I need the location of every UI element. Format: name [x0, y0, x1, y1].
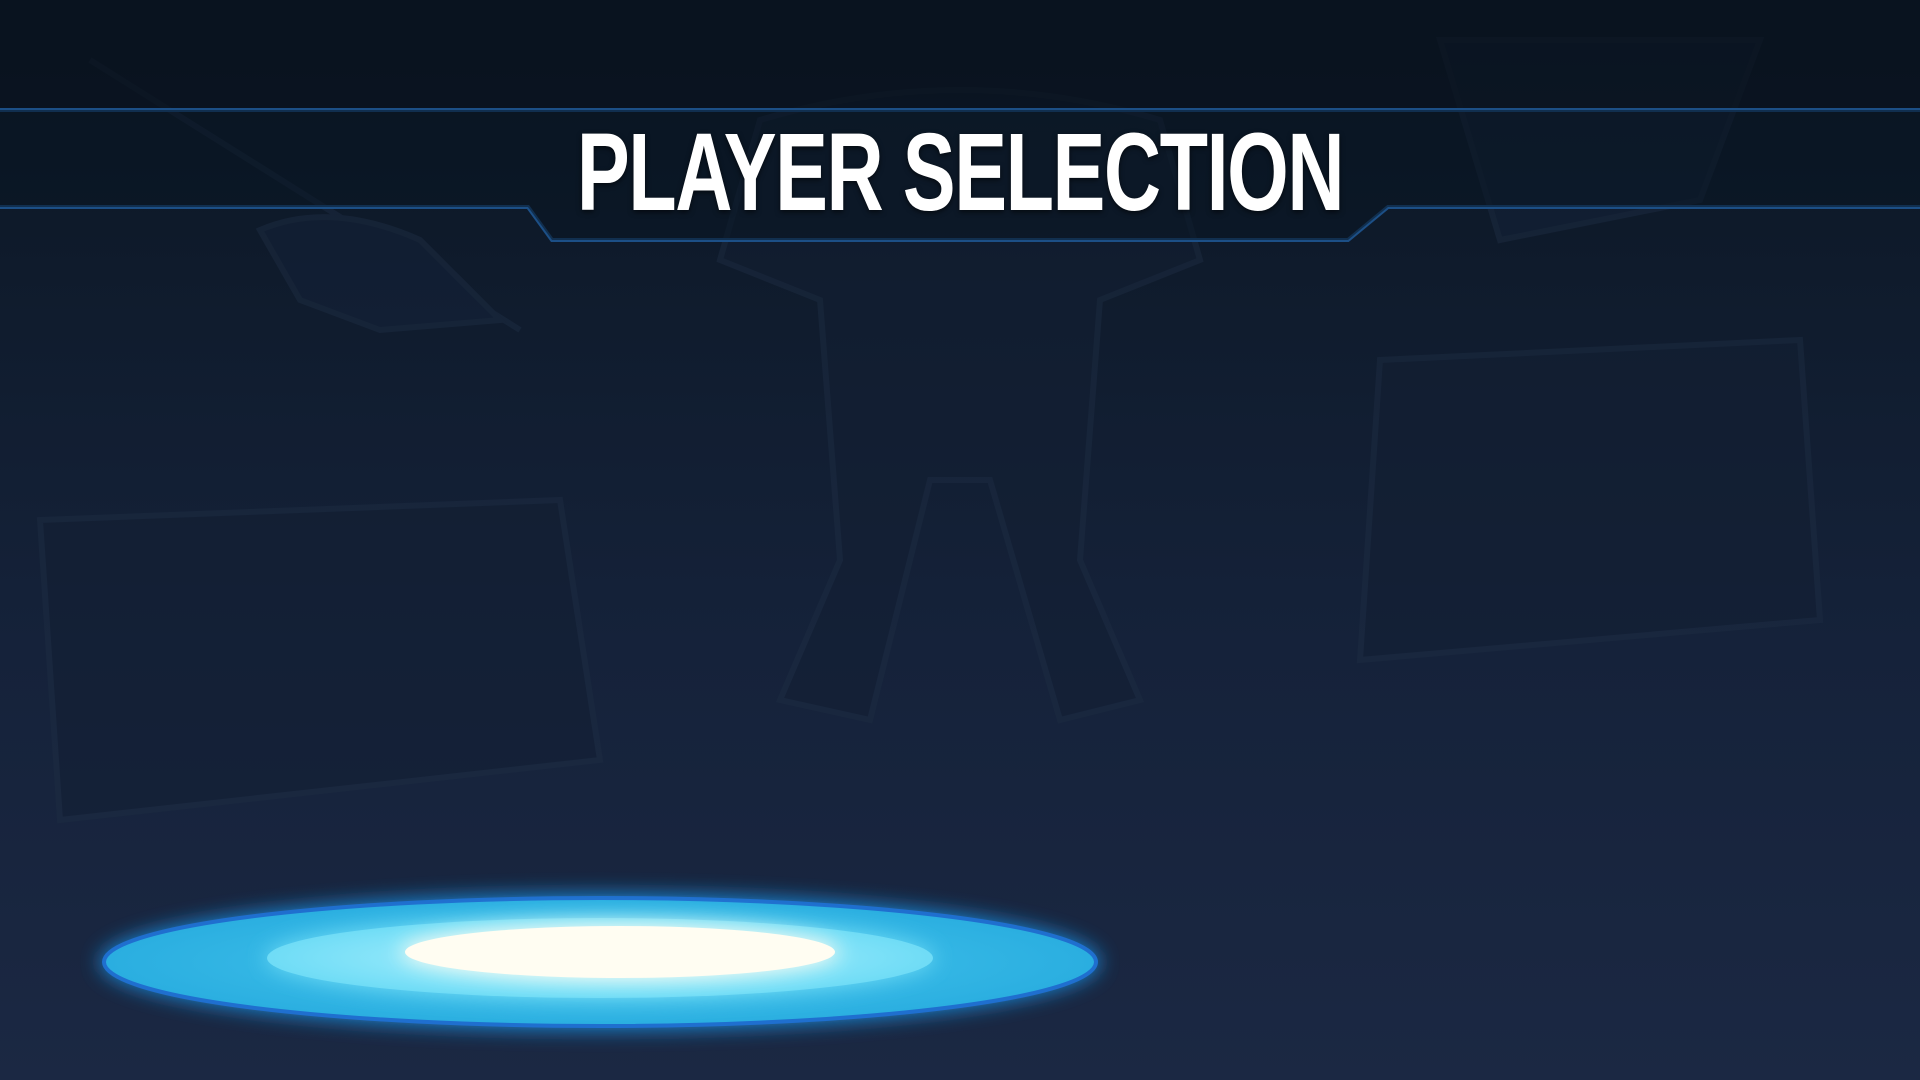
glowing-spawn-platform	[100, 894, 1100, 1030]
player-selection-screen: PLAYER SELECTION	[0, 0, 1920, 1080]
page-title: PLAYER SELECTION	[576, 111, 1345, 234]
